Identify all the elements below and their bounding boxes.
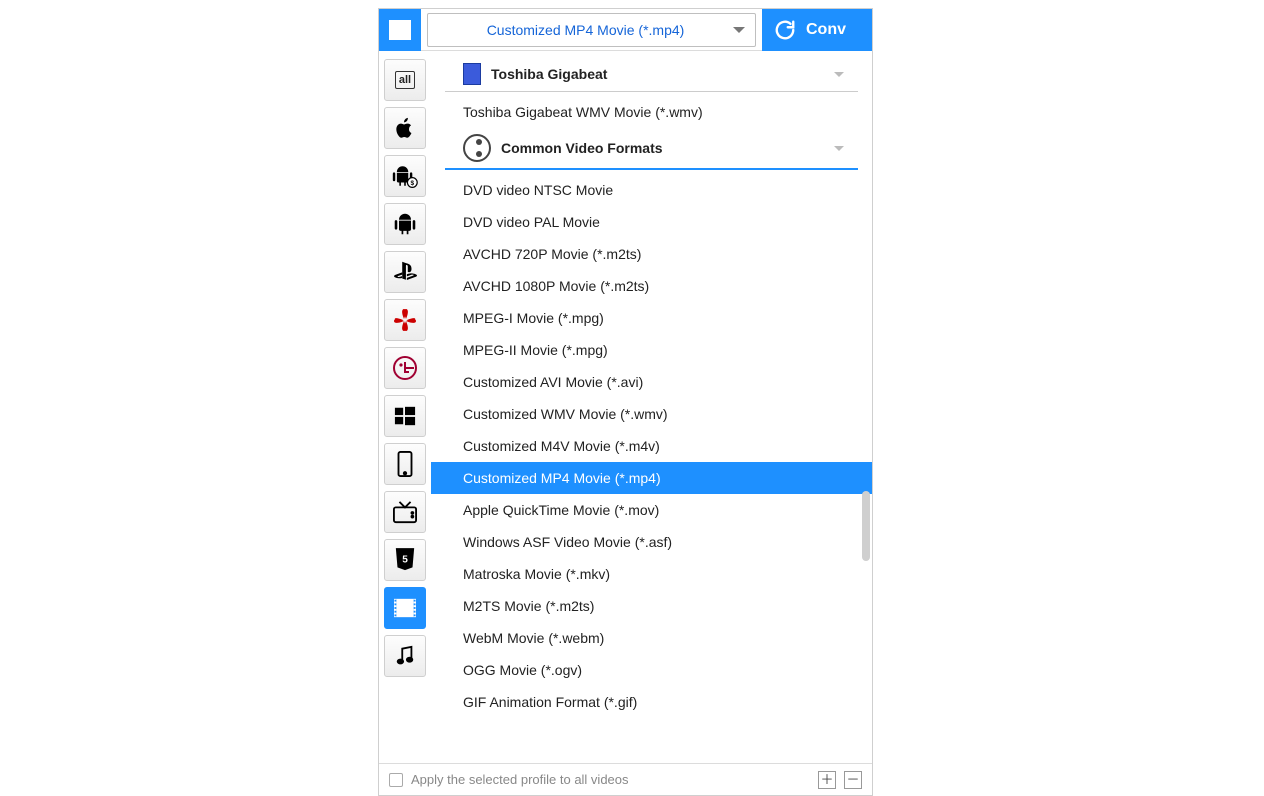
chevron-down-icon xyxy=(733,27,745,33)
device-icon xyxy=(463,63,481,85)
sidebar-item-windows[interactable] xyxy=(384,395,426,437)
topbar: Customized MP4 Movie (*.mp4) Conv xyxy=(379,9,872,51)
format-list: Toshiba Gigabeat Toshiba Gigabeat WMV Mo… xyxy=(431,51,872,763)
list-item[interactable]: Customized WMV Movie (*.wmv) xyxy=(431,398,872,430)
huawei-icon xyxy=(393,308,417,332)
list-item[interactable]: Customized AVI Movie (*.avi) xyxy=(431,366,872,398)
apply-all-checkbox[interactable] xyxy=(389,773,403,787)
film-icon xyxy=(394,597,416,619)
svg-text:$: $ xyxy=(411,180,415,187)
film-reel-icon xyxy=(463,134,491,162)
group-header-common-video[interactable]: Common Video Formats xyxy=(445,128,858,170)
windows-icon xyxy=(394,405,416,427)
remove-profile-button[interactable]: － xyxy=(844,771,862,789)
all-icon: all xyxy=(395,71,415,89)
chevron-down-icon xyxy=(834,72,844,77)
sidebar-item-lg[interactable] xyxy=(384,347,426,389)
group-title: Toshiba Gigabeat xyxy=(491,66,824,82)
android-coin-icon: $ xyxy=(392,164,418,188)
format-picker-panel: Customized MP4 Movie (*.mp4) Conv all xyxy=(378,8,873,796)
list-item[interactable]: Matroska Movie (*.mkv) xyxy=(431,558,872,590)
refresh-icon xyxy=(774,19,796,41)
sidebar-item-apple[interactable] xyxy=(384,107,426,149)
sidebar-item-android[interactable] xyxy=(384,203,426,245)
chevron-down-icon xyxy=(834,146,844,151)
list-item[interactable]: Customized M4V Movie (*.m4v) xyxy=(431,430,872,462)
convert-button[interactable]: Conv xyxy=(762,9,872,51)
sidebar-item-phone[interactable] xyxy=(384,443,426,485)
html5-icon: 5 xyxy=(394,548,416,572)
group-header-toshiba[interactable]: Toshiba Gigabeat xyxy=(445,57,858,92)
video-category-button[interactable] xyxy=(379,9,421,51)
device-sidebar: all $ xyxy=(379,51,431,763)
list-item[interactable]: Customized MP4 Movie (*.mp4) xyxy=(431,462,872,494)
list-item[interactable]: Toshiba Gigabeat WMV Movie (*.wmv) xyxy=(431,96,872,128)
sidebar-item-android-paid[interactable]: $ xyxy=(384,155,426,197)
apply-all-label: Apply the selected profile to all videos xyxy=(411,772,629,787)
list-item[interactable]: Windows ASF Video Movie (*.asf) xyxy=(431,526,872,558)
format-dropdown[interactable]: Customized MP4 Movie (*.mp4) xyxy=(427,13,756,47)
list-item[interactable]: M2TS Movie (*.m2ts) xyxy=(431,590,872,622)
sidebar-item-html5[interactable]: 5 xyxy=(384,539,426,581)
film-icon xyxy=(389,20,411,40)
list-item[interactable]: OGG Movie (*.ogv) xyxy=(431,654,872,686)
sidebar-item-tv[interactable] xyxy=(384,491,426,533)
sidebar-item-huawei[interactable] xyxy=(384,299,426,341)
list-item[interactable]: GIF Animation Format (*.gif) xyxy=(431,686,872,718)
panel-body: all $ xyxy=(379,51,872,763)
scrollbar-thumb[interactable] xyxy=(862,491,870,561)
tv-icon xyxy=(392,500,418,524)
list-item[interactable]: DVD video NTSC Movie xyxy=(431,174,872,206)
sidebar-item-all[interactable]: all xyxy=(384,59,426,101)
svg-text:5: 5 xyxy=(402,555,408,566)
android-icon xyxy=(393,212,417,236)
list-item[interactable]: DVD video PAL Movie xyxy=(431,206,872,238)
playstation-icon xyxy=(392,261,418,283)
group-title: Common Video Formats xyxy=(501,140,824,156)
format-dropdown-label: Customized MP4 Movie (*.mp4) xyxy=(438,22,733,38)
list-item[interactable]: AVCHD 1080P Movie (*.m2ts) xyxy=(431,270,872,302)
sidebar-item-audio[interactable] xyxy=(384,635,426,677)
list-item[interactable]: WebM Movie (*.webm) xyxy=(431,622,872,654)
apple-icon xyxy=(394,116,416,140)
list-item[interactable]: MPEG-II Movie (*.mpg) xyxy=(431,334,872,366)
sidebar-item-video[interactable] xyxy=(384,587,426,629)
music-icon xyxy=(395,645,415,667)
footer: Apply the selected profile to all videos… xyxy=(379,763,872,795)
phone-icon xyxy=(396,451,414,477)
list-item[interactable]: MPEG-I Movie (*.mpg) xyxy=(431,302,872,334)
sidebar-item-playstation[interactable] xyxy=(384,251,426,293)
list-item[interactable]: AVCHD 720P Movie (*.m2ts) xyxy=(431,238,872,270)
list-item[interactable]: Apple QuickTime Movie (*.mov) xyxy=(431,494,872,526)
convert-button-label: Conv xyxy=(806,21,846,39)
lg-icon xyxy=(393,356,417,380)
add-profile-button[interactable]: ＋ xyxy=(818,771,836,789)
